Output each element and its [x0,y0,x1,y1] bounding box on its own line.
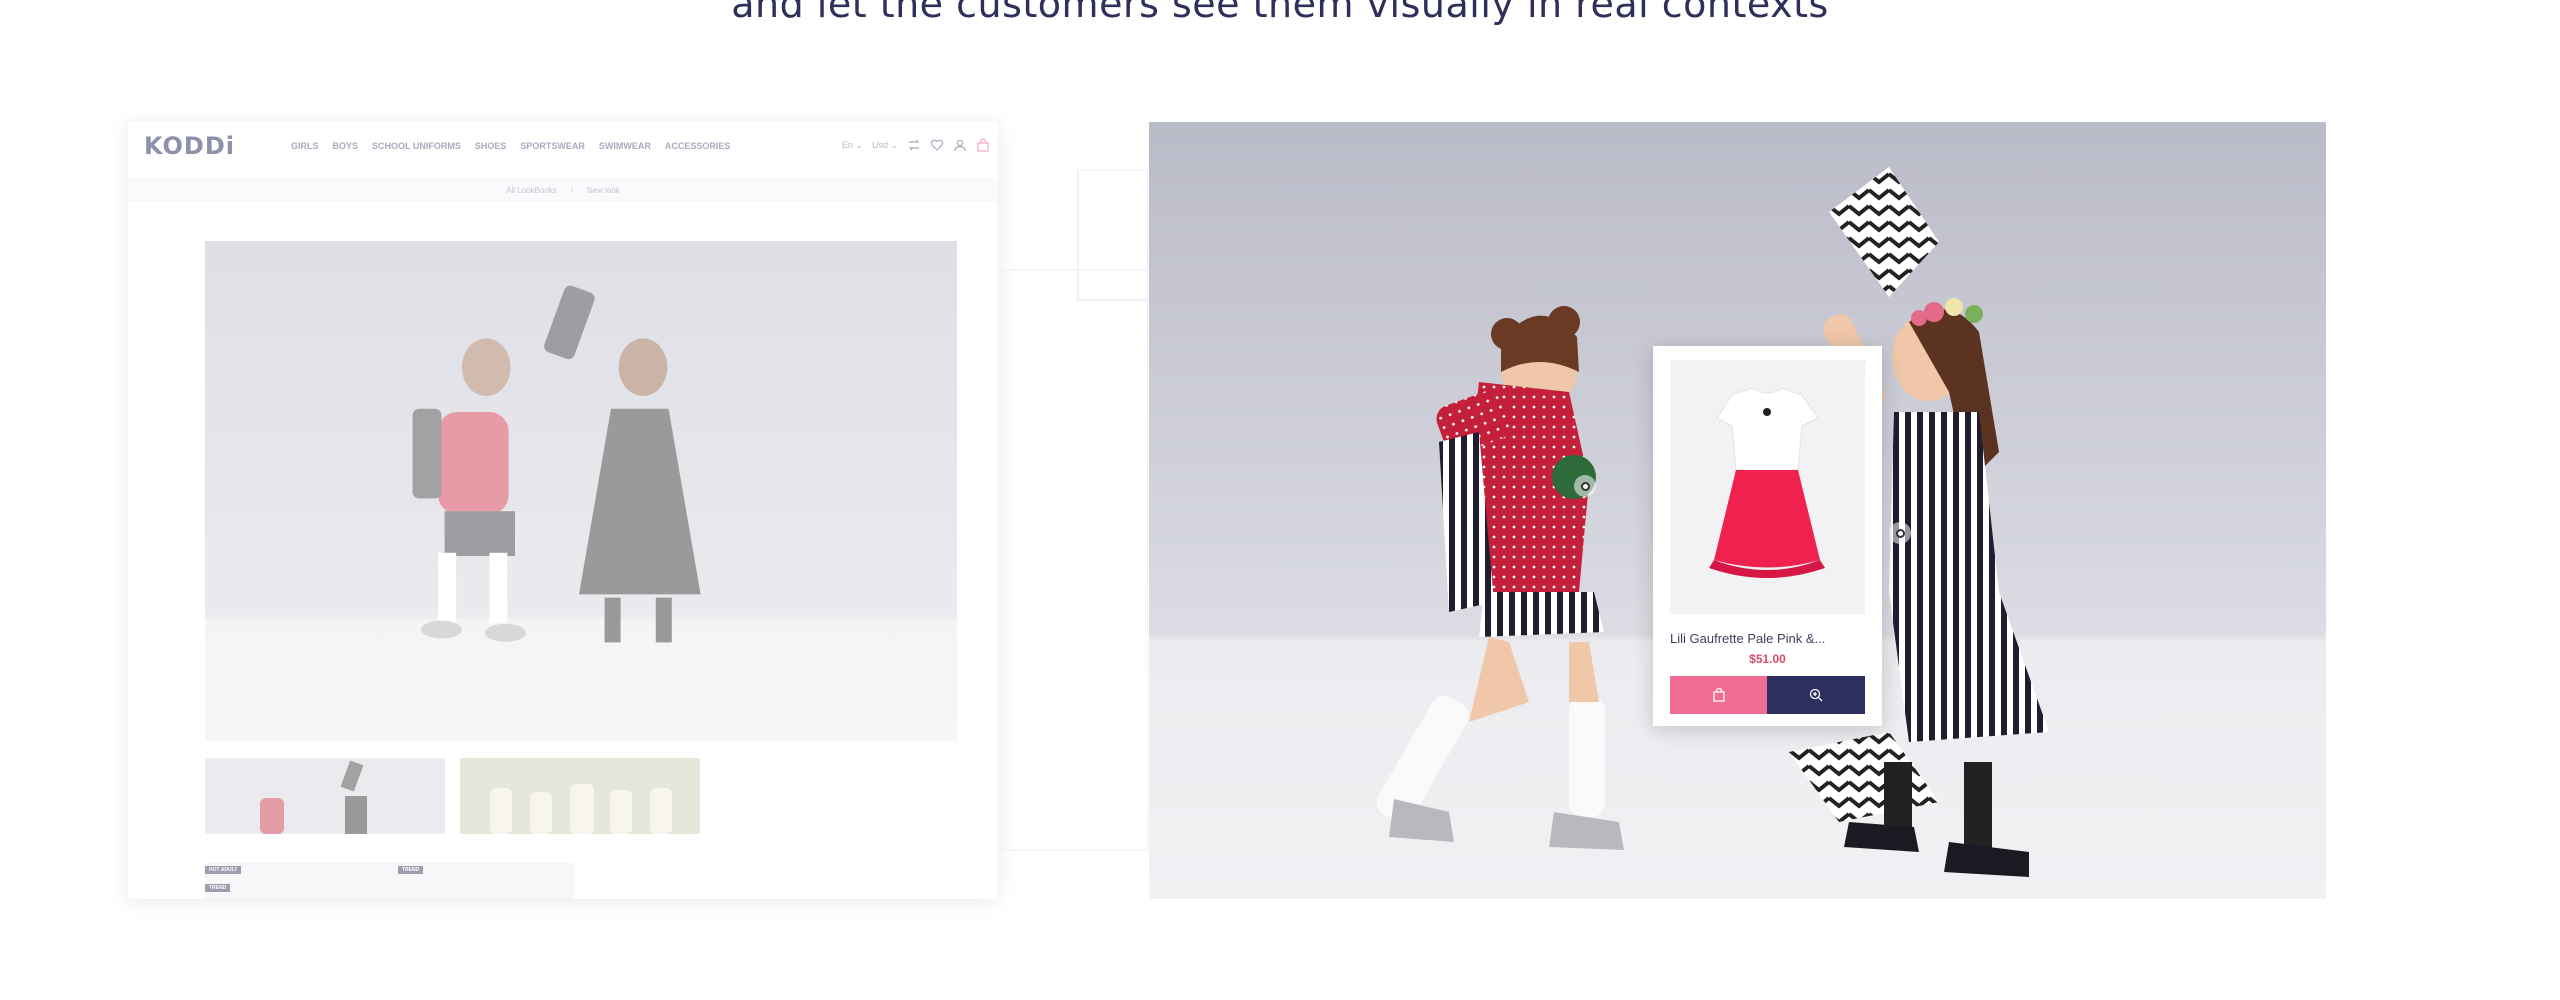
store-logo[interactable]: KODDi [144,132,235,160]
cart-icon[interactable] [976,138,990,152]
product-image[interactable] [1670,360,1865,614]
lookbook-photo-faded [205,241,957,741]
hotspot-marker-right[interactable] [1889,522,1911,544]
compare-icon[interactable] [907,138,921,152]
zoom-in-icon [1809,688,1823,702]
header-utilities: En ⌄ Usd ⌄ [842,138,990,152]
lookbook-thumb-1[interactable] [205,758,445,834]
menu-item-shoes[interactable]: SHOES [475,141,507,151]
bag-icon [1712,687,1725,702]
add-to-cart-button[interactable] [1670,676,1767,714]
page-headline: and let the customers see them visually … [731,0,1829,26]
menu-item-accessories[interactable]: ACCESSORIES [665,141,731,151]
quick-view-button[interactable] [1767,676,1865,714]
lookbook-thumb-2[interactable] [460,758,700,834]
breadcrumb: All LookBooks / New look [128,178,998,202]
currency-select[interactable]: Usd ⌄ [872,140,898,151]
product-name[interactable]: Lili Gaufrette Pale Pink &... [1670,631,1870,646]
trend-tag-2: TREND [398,866,424,874]
user-icon[interactable] [953,138,967,152]
breadcrumb-separator: / [570,185,574,195]
heart-icon[interactable] [930,138,944,152]
breadcrumb-all-lookbooks[interactable]: All LookBooks [506,186,557,195]
connector-lines [998,170,1148,851]
hot-tag: HOT ADULT [205,866,242,874]
menu-item-school-uniforms[interactable]: SCHOOL UNIFORMS [372,141,461,151]
store-header: KODDi GIRLS BOYS SCHOOL UNIFORMS SHOES S… [128,122,998,178]
product-price: $51.00 [1749,652,1786,666]
menu-item-girls[interactable]: GIRLS [291,141,319,151]
trend-tag: TREND [205,884,231,892]
lookbook-page-mockup: KODDi GIRLS BOYS SCHOOL UNIFORMS SHOES S… [128,122,998,899]
breadcrumb-current: New look [587,185,620,195]
main-menu: GIRLS BOYS SCHOOL UNIFORMS SHOES SPORTSW… [291,141,730,151]
product-quickview-popup: Lili Gaufrette Pale Pink &... $51.00 [1653,346,1882,726]
language-select[interactable]: En ⌄ [842,140,863,151]
menu-item-swimwear[interactable]: SWIMWEAR [599,141,651,151]
menu-item-boys[interactable]: BOYS [333,141,359,151]
menu-item-sportswear[interactable]: SPORTSWEAR [520,141,585,151]
hotspot-marker-left[interactable] [1574,475,1596,497]
